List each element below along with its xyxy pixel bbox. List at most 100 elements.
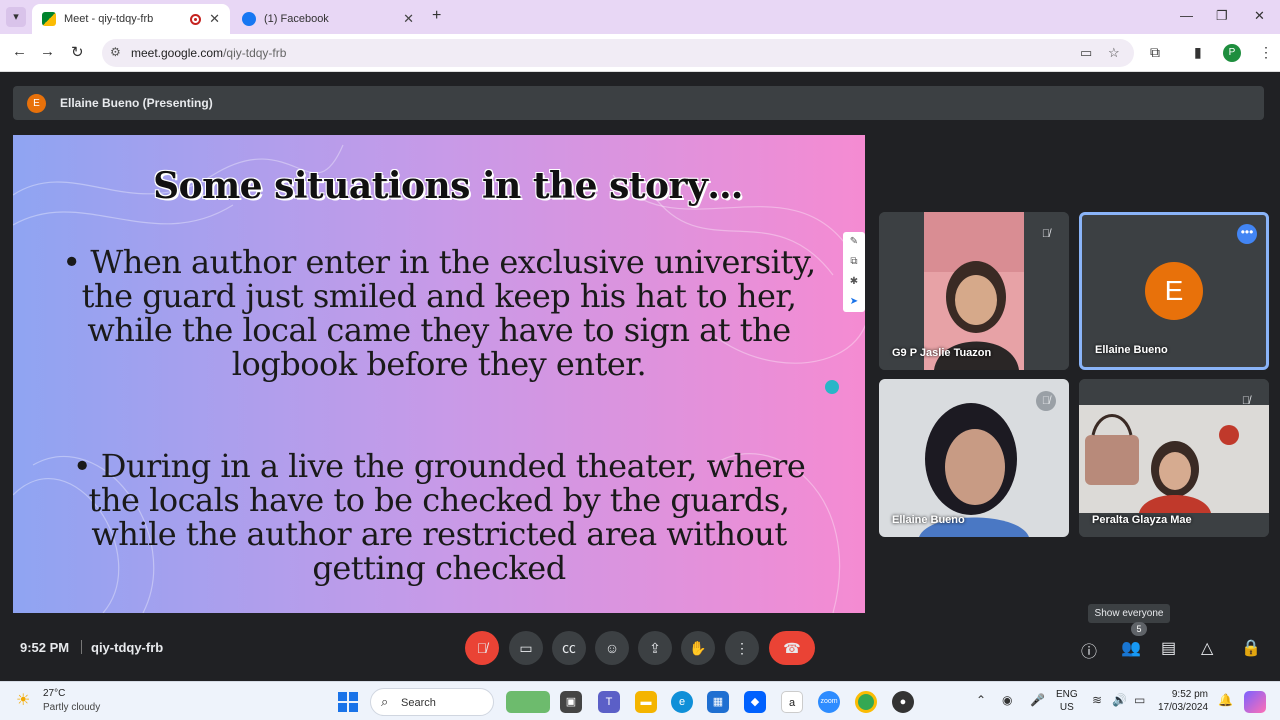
participant-tile[interactable]: 🎙̸ Ellaine Bueno	[879, 379, 1069, 537]
tooltip: Show everyone	[1088, 604, 1170, 623]
close-tab-icon[interactable]: ✕	[209, 11, 220, 27]
chrome-icon[interactable]	[855, 691, 877, 713]
present-screen-button[interactable]: ⇪	[638, 631, 672, 665]
bookmark-star-icon[interactable]: ☆	[1108, 45, 1120, 61]
side-panel-icon[interactable]: ▮	[1194, 44, 1202, 61]
back-icon[interactable]: ←	[12, 43, 27, 60]
language-indicator[interactable]: ENG US	[1056, 688, 1078, 714]
edit-icon[interactable]: ✎	[843, 232, 865, 252]
pointer-highlight	[825, 380, 839, 394]
show-hidden-icons[interactable]: ⌃	[976, 693, 986, 707]
slide-side-toolbar: ✎ ⧉ ✱ ➤	[843, 232, 865, 312]
tab-facebook[interactable]: (1) Facebook ✕	[232, 4, 424, 34]
url-text[interactable]: meet.google.com/qiy-tdqy-frb	[131, 46, 286, 60]
site-info-icon[interactable]: ⚙	[110, 45, 121, 59]
tab-title: Meet - qiy-tdqy-frb	[64, 13, 154, 25]
facebook-favicon	[242, 12, 256, 26]
region-code: US	[1059, 702, 1074, 713]
new-tab-button[interactable]: +	[432, 7, 441, 25]
meeting-time: 9:52 PM	[20, 640, 70, 655]
more-options-icon[interactable]: •••	[1237, 224, 1257, 244]
url-domain: meet.google.com	[131, 46, 224, 60]
people-icon[interactable]: 👥	[1121, 638, 1141, 658]
muted-mic-icon: 🎙̸	[1241, 395, 1251, 407]
forward-icon[interactable]: →	[40, 43, 55, 60]
people-count-badge: 5	[1131, 622, 1147, 636]
store-icon[interactable]: ▦	[707, 691, 729, 713]
participant-name: Ellaine Bueno	[1095, 344, 1168, 356]
emoji-reaction-button[interactable]: ☺	[595, 631, 629, 665]
weather-desc: Partly cloudy	[43, 702, 101, 713]
notifications-icon[interactable]: 🔔	[1218, 693, 1233, 707]
chat-icon[interactable]: ▤	[1161, 638, 1176, 658]
participant-tile[interactable]: 🎙̸ G9 P Jaslie Tuazon	[879, 212, 1069, 370]
tab-search-button[interactable]: ▾	[6, 7, 26, 27]
activities-icon[interactable]: △	[1201, 638, 1213, 658]
battery-icon[interactable]: ▭	[1134, 693, 1145, 707]
start-button[interactable]	[338, 692, 358, 712]
meeting-code: qiy-tdqy-frb	[91, 640, 164, 655]
meet-tray-icon[interactable]: ◉	[1002, 693, 1012, 707]
camera-button[interactable]: ▭	[509, 631, 543, 665]
amazon-icon[interactable]: a	[781, 691, 803, 713]
tab-strip: ▾ Meet - qiy-tdqy-frb ✕ (1) Facebook ✕ +…	[0, 0, 1280, 34]
presentation-slide: Some situations in the story… • When aut…	[13, 135, 865, 613]
end-call-button[interactable]: ☎	[769, 631, 815, 665]
microphone-icon[interactable]: 🎤	[1030, 693, 1045, 707]
url-path: /qiy-tdqy-frb	[223, 46, 287, 60]
search-placeholder: Search	[401, 697, 436, 709]
bug-icon[interactable]: ✱	[843, 272, 865, 292]
participant-avatar: E	[1145, 262, 1203, 320]
slide-bullet: • During in a live the grounded theater,…	[72, 447, 806, 587]
edge-icon[interactable]: e	[671, 691, 693, 713]
copy-icon[interactable]: ⧉	[843, 252, 865, 272]
meeting-info-icon[interactable]: ⓘ	[1081, 638, 1097, 662]
captions-button[interactable]: ㏄	[552, 631, 586, 665]
taskbar-search[interactable]: ⌕ Search	[370, 688, 494, 716]
app-icon[interactable]: ●	[892, 691, 914, 713]
slide-bullet: • When author enter in the exclusive uni…	[62, 243, 816, 383]
participant-tile[interactable]: ••• E Ellaine Bueno	[1079, 212, 1269, 370]
minimize-button[interactable]: —	[1180, 8, 1193, 23]
muted-mic-icon: 🎙̸	[1036, 391, 1056, 411]
send-icon[interactable]: ➤	[843, 292, 865, 312]
close-tab-icon[interactable]: ✕	[403, 11, 414, 27]
lang-code: ENG	[1056, 689, 1078, 700]
muted-mic-icon: 🎙̸	[1041, 228, 1051, 240]
menu-kebab-icon[interactable]: ⋮	[1259, 44, 1273, 61]
weather-temp: 27°C	[43, 688, 66, 699]
tab-title: (1) Facebook	[264, 13, 329, 25]
camera-icon[interactable]: ▭	[1080, 45, 1092, 61]
browser-toolbar: ← → ↻ ⚙ meet.google.com/qiy-tdqy-frb ▭ ☆…	[0, 34, 1280, 72]
clock-date: 17/03/2024	[1158, 702, 1209, 713]
dropbox-icon[interactable]: ◆	[744, 691, 766, 713]
participant-tile[interactable]: 🎙̸ Peralta Glayza Mae	[1079, 379, 1269, 537]
restore-button[interactable]: ❐	[1216, 8, 1228, 24]
presenting-bar: E Ellaine Bueno (Presenting)	[13, 86, 1264, 120]
address-bar[interactable]: ⚙ meet.google.com/qiy-tdqy-frb ▭ ☆	[102, 39, 1134, 67]
mic-off-button[interactable]: 🎙̸	[465, 631, 499, 665]
extensions-icon[interactable]: ⧉	[1150, 44, 1160, 61]
widget-app-icon[interactable]	[506, 691, 550, 713]
more-options-button[interactable]: ⋮	[725, 631, 759, 665]
teams-icon[interactable]: T	[598, 691, 620, 713]
meeting-controls: 9:52 PM qiy-tdqy-frb 🎙̸ ▭ ㏄ ☺ ⇪ ✋ ⋮ ☎ ⓘ …	[0, 620, 1280, 680]
close-window-button[interactable]: ✕	[1254, 8, 1265, 24]
slide-title: Some situations in the story…	[153, 165, 743, 207]
tab-meet[interactable]: Meet - qiy-tdqy-frb ✕	[32, 4, 230, 34]
wifi-icon[interactable]: ≋	[1092, 693, 1102, 707]
copilot-icon[interactable]	[1244, 691, 1266, 713]
zoom-icon[interactable]: zoom	[818, 691, 840, 713]
profile-avatar[interactable]: P	[1223, 44, 1241, 62]
partly-cloudy-icon: ☀	[16, 692, 31, 709]
recording-icon	[190, 13, 202, 25]
presenter-label: Ellaine Bueno (Presenting)	[60, 96, 213, 110]
volume-icon[interactable]: 🔊	[1112, 693, 1127, 707]
participant-name: G9 P Jaslie Tuazon	[892, 347, 992, 359]
system-clock[interactable]: 9:52 pm 17/03/2024	[1158, 688, 1208, 714]
task-view-icon[interactable]: ▣	[560, 691, 582, 713]
host-controls-icon[interactable]: 🔒	[1241, 638, 1261, 658]
file-explorer-icon[interactable]: ▬	[635, 691, 657, 713]
reload-icon[interactable]: ↻	[71, 43, 84, 61]
raise-hand-button[interactable]: ✋	[681, 631, 715, 665]
